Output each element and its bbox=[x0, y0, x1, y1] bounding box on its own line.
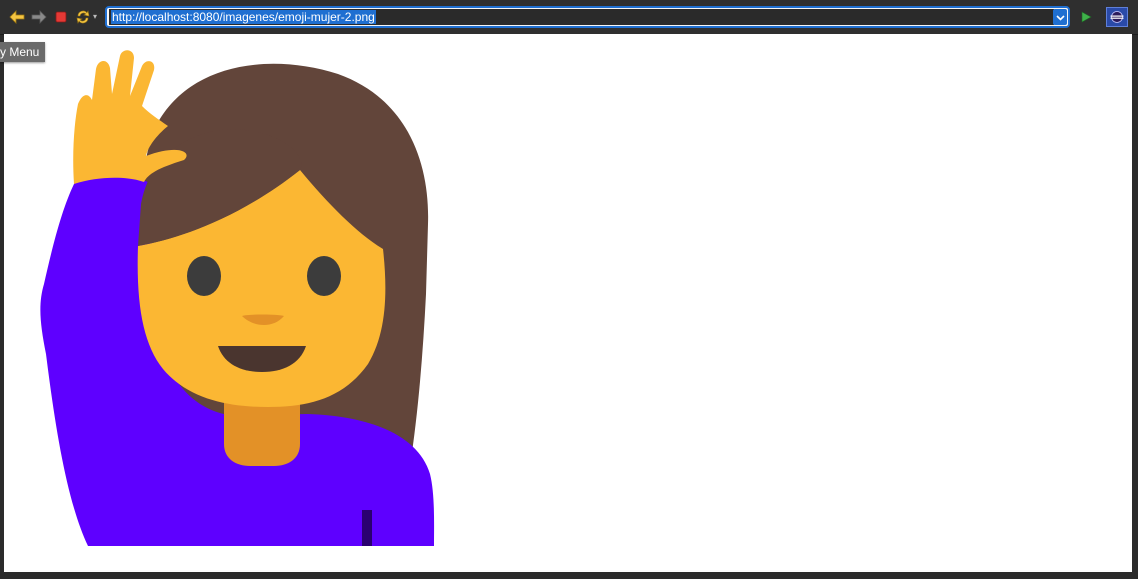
forward-arrow-icon bbox=[31, 10, 47, 24]
refresh-icon bbox=[75, 9, 91, 25]
stop-icon bbox=[55, 11, 67, 23]
go-button[interactable] bbox=[1077, 8, 1095, 26]
back-arrow-icon bbox=[9, 10, 25, 24]
forward-button[interactable] bbox=[30, 8, 48, 26]
stop-button[interactable] bbox=[52, 8, 70, 26]
refresh-dropdown-icon[interactable]: ▾ bbox=[93, 12, 97, 21]
page-viewport bbox=[4, 34, 1132, 572]
go-play-icon bbox=[1080, 11, 1092, 23]
refresh-button[interactable] bbox=[74, 8, 92, 26]
back-button[interactable] bbox=[8, 8, 26, 26]
eclipse-browser-icon bbox=[1109, 10, 1125, 24]
address-bar: http://localhost:8080/imagenes/emoji-muj… bbox=[105, 6, 1070, 28]
url-input[interactable] bbox=[109, 9, 1054, 25]
chevron-down-icon bbox=[1055, 8, 1065, 26]
browser-window: ▾ http://localhost:8080/imagenes/emoji-m… bbox=[0, 0, 1138, 579]
browser-toolbar: ▾ http://localhost:8080/imagenes/emoji-m… bbox=[0, 0, 1138, 35]
url-history-dropdown[interactable] bbox=[1053, 9, 1067, 25]
menu-tooltip: y Menu bbox=[0, 42, 46, 62]
eclipse-browser-button[interactable] bbox=[1106, 7, 1128, 27]
woman-raising-hand-emoji bbox=[40, 50, 435, 546]
